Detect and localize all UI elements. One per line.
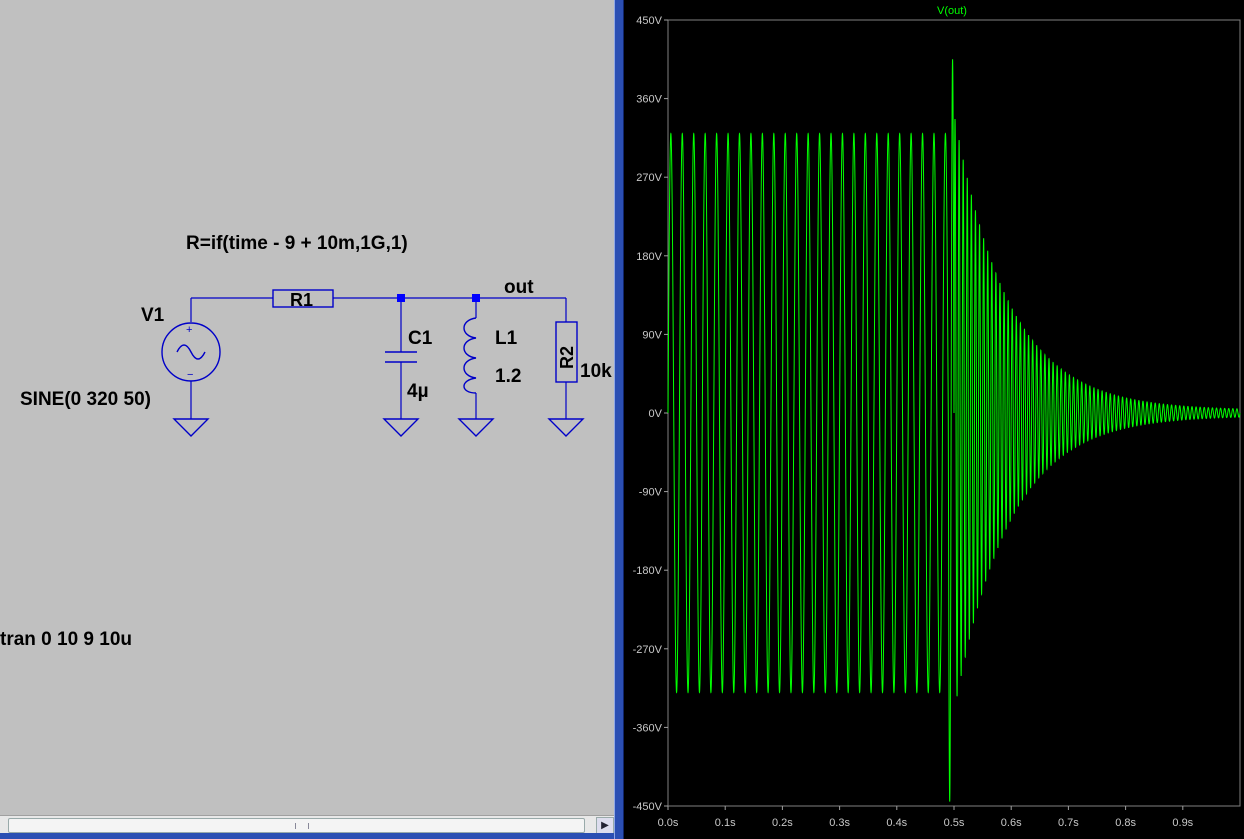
x-tick-label: 0.1s xyxy=(715,817,736,829)
x-tick-label: 0.8s xyxy=(1115,817,1136,829)
x-tick-label: 0.2s xyxy=(772,817,793,829)
l1-value: 1.2 xyxy=(495,366,521,387)
y-tick-label: 450V xyxy=(636,15,662,27)
r1-expression: R=if(time - 9 + 10m,1G,1) xyxy=(186,233,408,254)
traces xyxy=(667,59,1241,802)
window-border xyxy=(0,833,614,839)
y-tick-label: -450V xyxy=(633,801,663,813)
x-tick-label: 0.4s xyxy=(886,817,907,829)
pane-splitter[interactable] xyxy=(614,0,624,839)
x-tick-label: 0.0s xyxy=(658,817,679,829)
scroll-right-arrow-icon[interactable]: ▶ xyxy=(596,817,614,834)
y-tick-label: 0V xyxy=(649,408,663,420)
inductor-l1[interactable] xyxy=(463,317,477,394)
y-tick-label: 360V xyxy=(636,94,662,106)
x-tick-label: 0.3s xyxy=(829,817,850,829)
voltage-source-v1[interactable]: + − xyxy=(161,322,221,382)
y-tick-label: -270V xyxy=(633,644,663,656)
trace-vout xyxy=(667,59,1241,802)
l1-label: L1 xyxy=(495,328,518,349)
scrollbar-thumb[interactable] xyxy=(8,818,585,833)
junction-node xyxy=(397,294,405,302)
plot-canvas[interactable]: V(out) 450V 360V 270V 180V 90V 0V -90V -180V -27… xyxy=(624,0,1244,839)
capacitor-c1[interactable] xyxy=(385,351,417,363)
y-axis: 450V 360V 270V 180V 90V 0V -90V -180V -270V -360V… xyxy=(633,15,668,813)
y-tick-label: 90V xyxy=(642,329,662,341)
r2-value: 10k xyxy=(580,361,612,382)
c1-label: C1 xyxy=(408,328,433,349)
trace-title-vout[interactable]: V(out) xyxy=(937,5,967,17)
ground-symbols xyxy=(172,418,585,437)
horizontal-scrollbar[interactable]: ▶ xyxy=(0,815,614,834)
scrollbar-grip-icon xyxy=(295,823,309,829)
x-tick-label: 0.7s xyxy=(1058,817,1079,829)
y-tick-label: -90V xyxy=(639,487,663,499)
x-tick-label: 0.9s xyxy=(1172,817,1193,829)
y-tick-label: 180V xyxy=(636,251,662,263)
r2-label: R2 xyxy=(557,346,577,369)
y-tick-label: -180V xyxy=(633,565,663,577)
svg-text:−: − xyxy=(187,369,193,381)
v1-label: V1 xyxy=(141,305,165,326)
waveform-viewer[interactable]: V(out) 450V 360V 270V 180V 90V 0V -90V -180V -27… xyxy=(624,0,1244,839)
x-axis: 0.0s 0.1s 0.2s 0.3s 0.4s 0.5s 0.6s 0.7s 0.8s 0.9s xyxy=(658,806,1194,829)
svg-text:+: + xyxy=(186,324,192,336)
y-tick-label: -360V xyxy=(633,722,663,734)
x-tick-label: 0.6s xyxy=(1001,817,1022,829)
y-tick-label: 270V xyxy=(636,172,662,184)
wires xyxy=(190,297,567,419)
x-tick-label: 0.5s xyxy=(944,817,965,829)
junction-node xyxy=(472,294,480,302)
c1-value: 4µ xyxy=(407,381,429,402)
net-label-out: out xyxy=(504,277,534,298)
v1-value: SINE(0 320 50) xyxy=(20,389,151,410)
schematic-editor[interactable]: + − R=if(time - 9 + 10m,1G,1) V1 SINE(0 … xyxy=(0,0,614,839)
r1-label: R1 xyxy=(290,290,313,310)
schematic-canvas[interactable]: + − R=if(time - 9 + 10m,1G,1) V1 SINE(0 … xyxy=(0,0,614,815)
spice-directive: tran 0 10 9 10u xyxy=(0,629,132,650)
